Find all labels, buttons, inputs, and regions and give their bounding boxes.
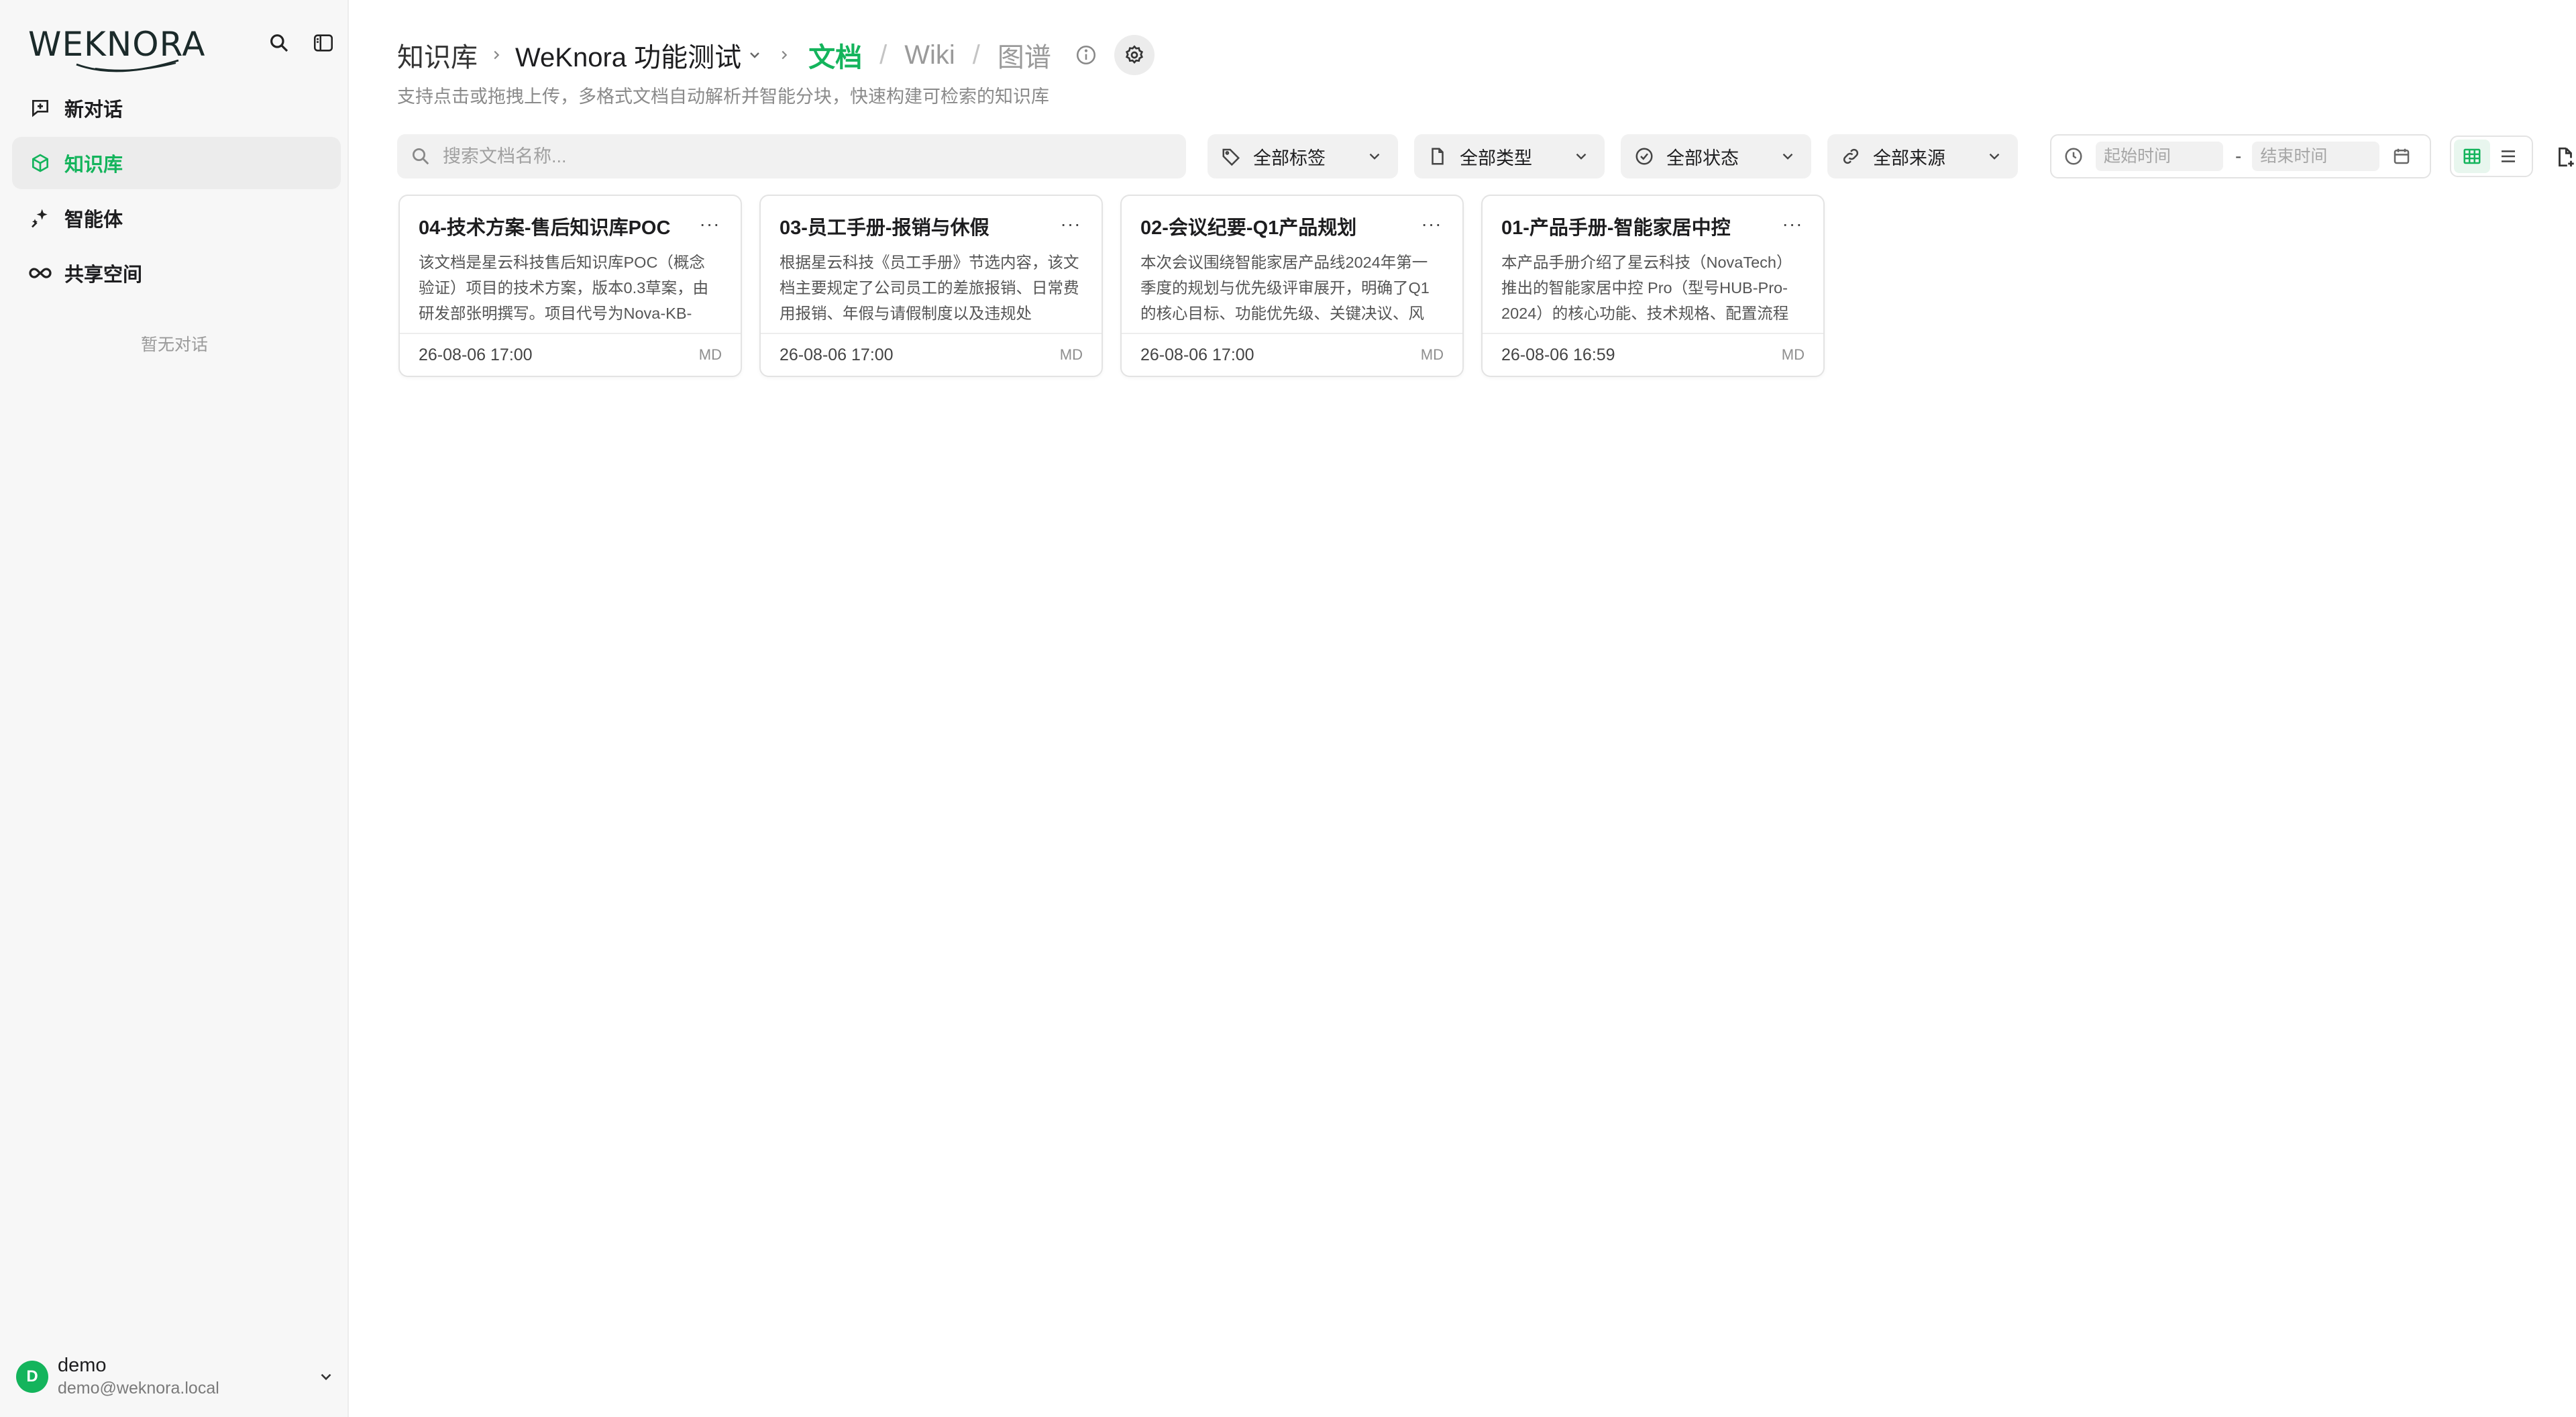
document-title: 03-员工手册-报销与休假 — [780, 217, 989, 239]
date-end-input[interactable] — [2252, 142, 2380, 171]
sidebar-nav: 新对话 知识库 智能体 共享空间 — [12, 82, 341, 302]
breadcrumb-knowledge-base[interactable]: 知识库 — [397, 36, 478, 74]
tab-divider: / — [972, 40, 980, 70]
filter-status-label: 全部状态 — [1666, 148, 1739, 168]
more-icon[interactable]: ··· — [1779, 212, 1806, 236]
document-title: 01-产品手册-智能家居中控 — [1501, 217, 1731, 239]
document-date: 26-08-06 16:59 — [1501, 345, 1615, 364]
document-summary: 本次会议围绕智能家居产品线2024年第一季度的规划与优先级评审展开，明确了Q1的… — [1140, 254, 1430, 322]
grid-icon — [2463, 148, 2481, 164]
filter-tags[interactable]: 全部标签 — [1208, 134, 1398, 178]
document-summary: 本产品手册介绍了星云科技（NovaTech）推出的智能家居中控 Pro（型号HU… — [1501, 254, 1792, 322]
chevron-down-icon — [1572, 147, 1591, 166]
filter-source[interactable]: 全部来源 — [1827, 134, 2018, 178]
chevron-down-icon — [1366, 147, 1385, 166]
more-icon[interactable]: ··· — [1418, 212, 1445, 236]
date-separator: - — [2235, 146, 2242, 166]
breadcrumb-kb-name[interactable]: WeKnora 功能测试 — [515, 36, 741, 74]
document-type-badge: MD — [1420, 346, 1444, 363]
document-summary: 该文档是星云科技售后知识库POC（概念验证）项目的技术方案，版本0.3草案，由研… — [419, 254, 709, 322]
sidebar-toggle-icon[interactable] — [311, 31, 335, 55]
chevron-down-icon — [1986, 147, 2004, 166]
logo-swoosh-icon — [76, 59, 179, 72]
more-icon[interactable]: ··· — [1057, 212, 1084, 236]
avatar: D — [16, 1361, 48, 1393]
filter-types-label: 全部类型 — [1460, 148, 1532, 168]
user-name: demo — [58, 1355, 107, 1376]
document-date: 26-08-06 17:00 — [419, 345, 533, 364]
document-date: 26-08-06 17:00 — [780, 345, 894, 364]
sidebar-item-shared-space[interactable]: 共享空间 — [12, 247, 341, 299]
link-icon — [1841, 146, 1862, 167]
document-summary: 根据星云科技《员工手册》节选内容，该文档主要规定了公司员工的差旅报销、日常费用报… — [780, 254, 1079, 322]
sparkle-icon — [28, 206, 52, 230]
settings-button[interactable] — [1114, 35, 1155, 75]
document-grid: 04-技术方案-售后知识库POC ··· 该文档是星云科技售后知识库POC（概念… — [398, 195, 1825, 377]
document-card[interactable]: 01-产品手册-智能家居中控 ··· 本产品手册介绍了星云科技（NovaTech… — [1481, 195, 1825, 377]
date-range-picker[interactable]: - — [2050, 134, 2431, 178]
chevron-down-icon[interactable] — [314, 1365, 338, 1389]
main-content: 知识库 WeKnora 功能测试 文档 / Wiki / 图谱 支持点击或拖拽上… — [349, 0, 2576, 1417]
chevron-right-icon — [772, 48, 796, 62]
list-view-button[interactable] — [2490, 140, 2526, 173]
sidebar-item-agents[interactable]: 智能体 — [12, 192, 341, 244]
filter-source-label: 全部来源 — [1873, 148, 1945, 168]
gear-icon — [1125, 45, 1143, 64]
document-title: 02-会议纪要-Q1产品规划 — [1140, 217, 1357, 239]
page-subtitle: 支持点击或拖拽上传，多格式文档自动解析并智能分块，快速构建可检索的知识库 — [397, 87, 1049, 107]
search-box[interactable] — [397, 134, 1186, 178]
clock-icon — [2063, 146, 2085, 167]
list-icon — [2502, 150, 2515, 162]
more-icon[interactable]: ··· — [696, 212, 723, 236]
breadcrumb: 知识库 WeKnora 功能测试 文档 / Wiki / 图谱 — [397, 34, 1155, 76]
calendar-icon[interactable] — [2392, 146, 2413, 167]
document-type-badge: MD — [698, 346, 722, 363]
filter-types[interactable]: 全部类型 — [1414, 134, 1605, 178]
chevron-down-icon[interactable] — [747, 46, 765, 64]
search-icon[interactable] — [267, 31, 291, 55]
toolbar: 全部标签 全部类型 全部状态 — [397, 134, 2576, 178]
sidebar-item-knowledge-base[interactable]: 知识库 — [12, 137, 341, 189]
search-input[interactable] — [443, 146, 1167, 167]
sidebar-item-label: 共享空间 — [64, 264, 143, 286]
date-start-input[interactable] — [2096, 142, 2223, 171]
document-card[interactable]: 02-会议纪要-Q1产品规划 ··· 本次会议围绕智能家居产品线2024年第一季… — [1120, 195, 1464, 377]
search-icon — [411, 145, 433, 168]
sidebar: WEKNORA 新对话 知识库 智能体 共享空间 暂无对话 D demo dem… — [0, 0, 349, 1417]
document-type-badge: MD — [1781, 346, 1805, 363]
document-card[interactable]: 03-员工手册-报销与休假 ··· 根据星云科技《员工手册》节选内容，该文档主要… — [759, 195, 1103, 377]
sidebar-item-label: 智能体 — [64, 209, 123, 231]
check-circle-icon — [1634, 146, 1656, 167]
file-add-icon — [2559, 147, 2574, 167]
user-email: demo@weknora.local — [58, 1379, 219, 1398]
tab-wiki[interactable]: Wiki — [904, 40, 955, 70]
document-date: 26-08-06 17:00 — [1140, 345, 1254, 364]
chat-plus-icon — [28, 96, 52, 120]
sidebar-item-label: 新对话 — [64, 99, 123, 121]
grid-view-button[interactable] — [2454, 140, 2490, 173]
info-icon[interactable] — [1073, 42, 1099, 68]
file-icon — [1428, 146, 1449, 167]
tab-graph[interactable]: 图谱 — [998, 36, 1051, 74]
user-profile[interactable]: D demo demo@weknora.local — [16, 1351, 338, 1402]
view-mode-toggle — [2450, 136, 2533, 177]
document-type-badge: MD — [1059, 346, 1083, 363]
chevron-down-icon — [1779, 147, 1798, 166]
sidebar-item-new-chat[interactable]: 新对话 — [12, 82, 341, 134]
sidebar-item-label: 知识库 — [64, 154, 123, 176]
filter-status[interactable]: 全部状态 — [1621, 134, 1811, 178]
document-card[interactable]: 04-技术方案-售后知识库POC ··· 该文档是星云科技售后知识库POC（概念… — [398, 195, 742, 377]
infinity-icon — [28, 261, 52, 285]
cube-icon — [28, 151, 52, 175]
tab-documents[interactable]: 文档 — [808, 36, 862, 74]
tab-divider: / — [879, 40, 888, 70]
upload-document-button[interactable] — [2552, 144, 2576, 170]
empty-conversations-text: 暂无对话 — [140, 335, 208, 354]
document-title: 04-技术方案-售后知识库POC — [419, 217, 671, 239]
tag-icon — [1221, 146, 1242, 167]
chevron-right-icon — [484, 48, 508, 62]
weknora-logo[interactable]: WEKNORA — [28, 23, 205, 72]
filter-tags-label: 全部标签 — [1253, 148, 1326, 168]
